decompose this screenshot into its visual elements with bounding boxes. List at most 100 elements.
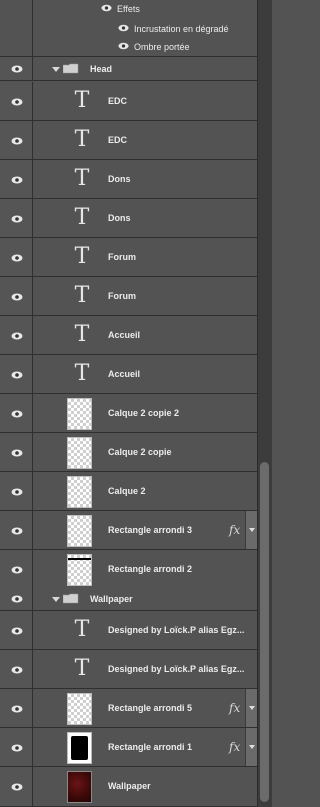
expand-effects-toggle[interactable] [245, 728, 257, 766]
layer-label[interactable]: Designed by Loïck.P alias Egz... [108, 625, 244, 635]
layer-thumbnail [67, 554, 92, 586]
layer-label[interactable]: Forum [108, 291, 136, 301]
layer-row[interactable]: Rectangle arrondi 1 fx [0, 728, 257, 767]
layer-label[interactable]: EDC [108, 135, 127, 145]
fx-icon[interactable]: fx [229, 523, 240, 537]
visibility-cell[interactable] [0, 199, 33, 237]
eye-icon[interactable] [11, 527, 23, 535]
visibility-cell[interactable] [0, 160, 33, 198]
layer-row[interactable]: Calque 2 copie [0, 433, 257, 472]
visibility-cell[interactable] [0, 277, 33, 315]
layer-label[interactable]: Dons [108, 213, 131, 223]
scrollbar-track[interactable] [257, 0, 272, 807]
eye-icon[interactable] [11, 595, 23, 603]
eye-icon[interactable] [11, 488, 23, 496]
visibility-cell[interactable] [0, 611, 33, 649]
layer-label[interactable]: Designed by Loïck.P alias Egz... [108, 664, 244, 674]
layer-label[interactable]: Wallpaper [108, 781, 151, 791]
layer-row[interactable]: T Designed by Loïck.P alias Egz... [0, 611, 257, 650]
eye-icon[interactable] [11, 65, 23, 73]
layer-label[interactable]: Rectangle arrondi 5 [108, 703, 192, 713]
visibility-cell[interactable] [0, 394, 33, 432]
layer-row[interactable]: Wallpaper [0, 767, 257, 807]
layer-label[interactable]: Rectangle arrondi 2 [108, 564, 192, 574]
eye-icon[interactable] [11, 137, 23, 145]
visibility-cell[interactable] [0, 511, 33, 549]
eye-icon[interactable] [11, 215, 23, 223]
layer-label[interactable]: EDC [108, 96, 127, 106]
type-layer-icon: T [74, 127, 90, 152]
expand-effects-toggle[interactable] [245, 689, 257, 727]
layer-label[interactable]: Calque 2 copie 2 [108, 408, 179, 418]
effect-item-label[interactable]: Ombre portée [134, 42, 190, 52]
fx-icon[interactable]: fx [229, 701, 240, 715]
eye-icon[interactable] [11, 293, 23, 301]
layer-group-head[interactable]: Head [0, 57, 257, 81]
visibility-cell[interactable] [0, 472, 33, 510]
layer-row[interactable]: Calque 2 [0, 472, 257, 511]
layer-label[interactable]: Rectangle arrondi 3 [108, 525, 192, 535]
visibility-cell[interactable] [0, 355, 33, 393]
type-layer-icon: T [74, 361, 90, 386]
visibility-cell[interactable] [0, 550, 33, 588]
layer-label[interactable]: Calque 2 [108, 486, 146, 496]
eye-icon[interactable] [11, 666, 23, 674]
eye-icon[interactable] [11, 410, 23, 418]
eye-icon[interactable] [11, 176, 23, 184]
layer-row[interactable]: T Dons [0, 199, 257, 238]
layer-row[interactable]: T Forum [0, 277, 257, 316]
eye-icon[interactable] [11, 98, 23, 106]
expand-effects-toggle[interactable] [245, 511, 257, 549]
eye-icon[interactable] [11, 371, 23, 379]
layer-label[interactable]: Rectangle arrondi 1 [108, 742, 192, 752]
visibility-cell[interactable] [0, 82, 33, 120]
eye-icon[interactable] [118, 24, 129, 32]
visibility-cell[interactable] [0, 238, 33, 276]
chevron-down-icon[interactable] [52, 67, 60, 72]
folder-icon [63, 63, 79, 74]
layer-label[interactable]: Accueil [108, 369, 140, 379]
eye-icon[interactable] [118, 42, 129, 50]
layer-group-wallpaper[interactable]: Wallpaper [0, 588, 257, 611]
eye-icon[interactable] [11, 332, 23, 340]
layer-row[interactable]: Rectangle arrondi 5 fx [0, 689, 257, 728]
layer-thumbnail [67, 476, 92, 508]
layer-row[interactable]: T Accueil [0, 355, 257, 394]
scrollbar-thumb[interactable] [260, 462, 269, 802]
eye-icon[interactable] [101, 4, 112, 12]
layer-thumbnail [67, 515, 92, 547]
layer-row[interactable]: T Dons [0, 160, 257, 199]
eye-icon[interactable] [11, 744, 23, 752]
visibility-cell[interactable] [0, 650, 33, 688]
effect-item-label[interactable]: Incrustation en dégradé [134, 24, 229, 34]
layer-row[interactable]: T EDC [0, 82, 257, 121]
layer-row[interactable]: Calque 2 copie 2 [0, 394, 257, 433]
eye-icon[interactable] [11, 783, 23, 791]
visibility-cell[interactable] [0, 57, 33, 80]
visibility-cell[interactable] [0, 433, 33, 471]
eye-icon[interactable] [11, 566, 23, 574]
fx-icon[interactable]: fx [229, 740, 240, 754]
layer-label[interactable]: Forum [108, 252, 136, 262]
type-layer-icon: T [74, 656, 90, 681]
layer-label[interactable]: Accueil [108, 330, 140, 340]
layer-row[interactable]: Rectangle arrondi 3 fx [0, 511, 257, 550]
chevron-down-icon[interactable] [52, 597, 60, 602]
layer-row[interactable]: T EDC [0, 121, 257, 160]
layer-row[interactable]: T Accueil [0, 316, 257, 355]
layer-label[interactable]: Calque 2 copie [108, 447, 172, 457]
layer-row[interactable]: T Forum [0, 238, 257, 277]
eye-icon[interactable] [11, 449, 23, 457]
layer-label[interactable]: Dons [108, 174, 131, 184]
visibility-cell[interactable] [0, 767, 33, 806]
visibility-cell[interactable] [0, 588, 33, 610]
layer-row[interactable]: Rectangle arrondi 2 [0, 550, 257, 589]
eye-icon[interactable] [11, 254, 23, 262]
eye-icon[interactable] [11, 705, 23, 713]
eye-icon[interactable] [11, 627, 23, 635]
visibility-cell[interactable] [0, 728, 33, 766]
layer-row[interactable]: T Designed by Loïck.P alias Egz... [0, 650, 257, 689]
visibility-cell[interactable] [0, 121, 33, 159]
visibility-cell[interactable] [0, 689, 33, 727]
visibility-cell[interactable] [0, 316, 33, 354]
